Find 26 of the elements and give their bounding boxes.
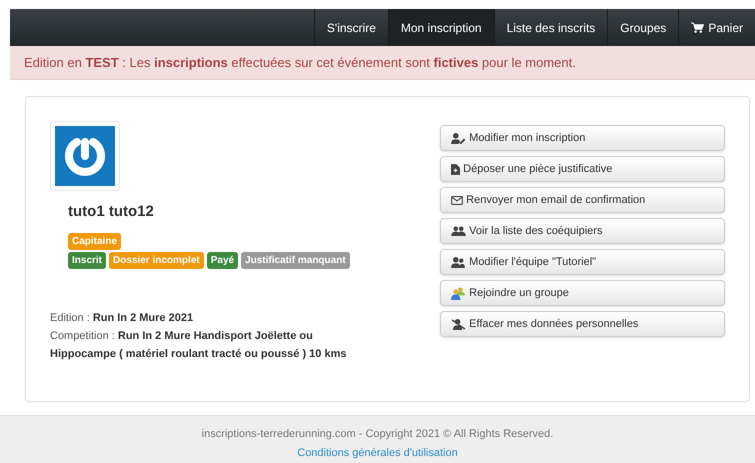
detail-text: Competition : Run In 2 Mure Handisport Joëlette ou Hippocampe ( matériel roulant tracté ou poussé ) 10 kms	[50, 328, 348, 362]
status-badge: Inscrit	[68, 252, 106, 268]
action-button[interactable]: Déposer une pièce justificative	[440, 156, 725, 182]
user-name: tuto1 tuto12	[68, 202, 155, 222]
status-badge: Payé	[206, 252, 238, 268]
status-badge: Dossier incomplet	[109, 252, 204, 268]
nav-tab[interactable]: Mon inscription	[388, 9, 494, 46]
action-button[interactable]: Rejoindre un groupe	[440, 280, 725, 306]
detail-text: Edition : Run In 2 Mure 2021	[50, 310, 194, 326]
cart-icon	[691, 22, 704, 33]
users-icon	[451, 256, 466, 268]
action-button[interactable]: Renvoyer mon email de confirmation	[440, 187, 725, 213]
action-button[interactable]: Voir la liste des coéquipiers	[440, 218, 725, 244]
status-badge: Capitaine	[68, 232, 122, 250]
envelope-icon	[451, 196, 464, 204]
copyright-text: inscriptions-terrederunning.com - Copyright 2021 © All Rights Reserved.	[202, 427, 554, 442]
file-icon	[451, 164, 460, 174]
group-icon	[451, 286, 466, 300]
users-icon	[451, 226, 466, 236]
action-button[interactable]: Effacer mes données personnelles	[440, 311, 725, 337]
alert-text: Edition en TEST : Les inscriptions effectuées sur cet événement sont fictives pour le moment.	[24, 54, 576, 72]
action-button[interactable]: Modifier mon inscription	[440, 125, 725, 151]
user-edit-icon	[451, 132, 466, 144]
user-remove-icon	[451, 318, 466, 330]
status-badge: Justificatif manquant	[241, 252, 350, 268]
action-button[interactable]: Modifier l'équipe "Tutoriel"	[440, 249, 725, 275]
